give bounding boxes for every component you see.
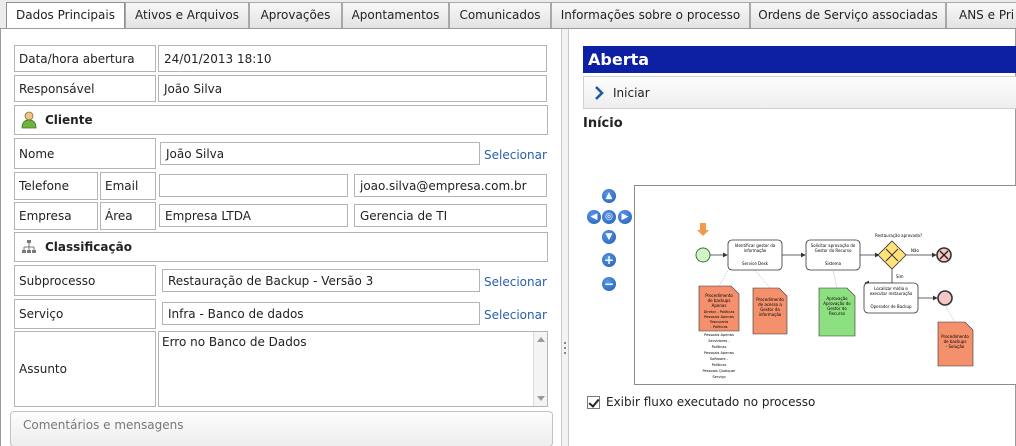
gateway-no-label: Não — [911, 248, 919, 253]
show-flow-toggle[interactable]: Exibir fluxo executado no processo — [587, 395, 815, 409]
doc4-line3: - Solução — [946, 344, 965, 349]
person-icon — [21, 111, 37, 129]
phone-label: Telefone — [14, 172, 98, 200]
doc1-note-11: Pessoais Qualquer — [703, 369, 736, 373]
start-action-label: Iniciar — [613, 85, 650, 100]
area-field[interactable]: Gerencia de TI — [354, 204, 547, 227]
task1-line2: informação — [744, 248, 767, 253]
company-label: Empresa — [14, 202, 98, 230]
opened-label: Data/hora abertura — [14, 45, 156, 72]
email-field[interactable]: joao.silva@empresa.com.br — [354, 174, 547, 197]
tab-comunicados[interactable]: Comunicados — [449, 2, 551, 28]
phone-field[interactable] — [159, 174, 348, 197]
workflow-state-title: Aberta — [583, 46, 1016, 73]
doc1-note-6: Servidores - — [708, 339, 730, 343]
pan-up-icon[interactable]: ▲ — [602, 189, 616, 203]
owner-label: Responsável — [14, 75, 156, 102]
name-field[interactable]: João Silva — [160, 142, 480, 165]
task3-role: Operador de Backup — [870, 304, 912, 309]
subject-label: Assunto — [14, 331, 156, 407]
tab-ativos-arquivos[interactable]: Ativos e Arquivos — [125, 2, 249, 28]
tab-apontamentos[interactable]: Apontamentos — [342, 2, 449, 28]
gateway-label: Restauração aprovada? — [875, 233, 922, 238]
service-field[interactable]: Infra - Banco de dados — [162, 302, 480, 325]
association-doc3 — [832, 269, 838, 289]
subject-text: Erro no Banco de Dados — [162, 335, 307, 349]
splitter-grip-dot — [564, 342, 566, 344]
select-name-link[interactable]: Selecionar — [484, 148, 547, 162]
content-frame: Data/hora abertura 24/01/2013 18:10 Resp… — [0, 29, 1016, 446]
doc1-note-7: Políticas — [712, 345, 727, 349]
doc1-note-8: Pessoais Apenas — [704, 351, 734, 355]
association-doc4 — [944, 304, 956, 323]
end-event-done — [937, 290, 953, 306]
scroll-up-icon[interactable] — [537, 337, 545, 342]
association-doc1 — [718, 269, 729, 287]
comments-title: Comentários e mensagens — [23, 418, 184, 432]
association-doc2 — [754, 269, 771, 289]
task1-role: Service Desk — [742, 261, 769, 266]
area-label: Área — [100, 202, 156, 230]
pan-left-icon[interactable]: ◀ — [587, 210, 601, 224]
subject-textarea[interactable]: Erro no Banco de Dados — [158, 331, 548, 407]
chevron-right-icon — [595, 85, 604, 100]
select-service-link[interactable]: Selecionar — [484, 308, 547, 322]
show-flow-checkbox[interactable] — [587, 395, 600, 409]
doc1-note-2: Pessoais Apenas — [704, 315, 734, 319]
comments-panel[interactable]: Comentários e mensagens — [10, 411, 553, 446]
zoom-out-icon[interactable]: − — [602, 277, 616, 291]
tab-informacoes-processo[interactable]: Informações sobre o processo — [551, 2, 750, 28]
task2-role: Sistema — [825, 261, 842, 266]
subprocess-field[interactable]: Restauração de Backup - Versão 3 — [162, 269, 480, 292]
tab-aprovacoes[interactable]: Aprovações — [249, 2, 342, 28]
doc2-line4: informação — [759, 312, 782, 317]
company-field[interactable]: Empresa LTDA — [159, 204, 348, 227]
owner-value: João Silva — [158, 75, 547, 102]
current-step-marker-icon — [697, 223, 709, 236]
doc1-note-1: Diretor - Políticas — [704, 310, 735, 314]
task2-line2: Gestor do Recurso — [815, 248, 852, 253]
email-label: Email — [100, 172, 156, 200]
subject-scrollbar[interactable] — [533, 332, 547, 406]
doc1-note-3: Tesouraria — [709, 320, 729, 324]
doc3-line4: Recurso — [829, 311, 846, 316]
tab-dados-principais[interactable]: Dados Principais — [6, 2, 125, 28]
classification-section: Classificação — [14, 232, 548, 262]
tab-bar: Dados Principais Ativos e Arquivos Aprov… — [0, 0, 1016, 29]
scroll-down-icon[interactable] — [537, 396, 545, 401]
tab-ordens-servico[interactable]: Ordens de Serviço associadas — [750, 2, 946, 28]
start-action-button[interactable]: Iniciar — [583, 76, 1016, 109]
current-step-label: Início — [583, 116, 623, 131]
start-event — [695, 247, 711, 263]
select-subprocess-link[interactable]: Selecionar — [484, 275, 547, 289]
doc1-line3: Apenas — [712, 303, 727, 308]
zoom-in-icon[interactable]: + — [602, 253, 616, 267]
reset-view-icon[interactable]: ◎ — [602, 210, 616, 224]
process-diagram-svg: Identificar gestor da informação Service… — [695, 223, 974, 379]
client-section-title: Cliente — [45, 113, 93, 127]
doc1-note-10: Políticas — [712, 363, 727, 367]
hierarchy-icon — [22, 240, 36, 253]
task3-line2: executar restauração — [870, 291, 913, 296]
subprocess-label: Subprocesso — [14, 265, 156, 296]
client-section: Cliente — [14, 105, 548, 135]
service-label: Serviço — [14, 299, 156, 329]
doc1-note-5: Pessoais Apenas — [704, 333, 734, 337]
doc1-note-4: - Políticas — [710, 325, 727, 329]
pan-down-icon[interactable]: ▼ — [602, 230, 616, 244]
splitter-grip-dot — [564, 352, 566, 354]
tab-ans-prioridade[interactable]: ANS e Pri — [946, 2, 1016, 28]
process-diagram[interactable]: Identificar gestor da informação Service… — [634, 185, 1016, 385]
panel-splitter[interactable] — [561, 29, 569, 446]
doc1-note-12: Serviço — [712, 375, 725, 379]
opened-value: 24/01/2013 18:10 — [158, 45, 547, 72]
splitter-grip-dot — [564, 347, 566, 349]
classification-section-title: Classificação — [45, 240, 132, 254]
pan-right-icon[interactable]: ▶ — [618, 210, 632, 224]
show-flow-label: Exibir fluxo executado no processo — [606, 395, 816, 409]
gateway-yes-label: Sim — [896, 274, 904, 279]
doc1-note-9: Software - — [710, 357, 729, 361]
name-label: Nome — [14, 138, 156, 169]
